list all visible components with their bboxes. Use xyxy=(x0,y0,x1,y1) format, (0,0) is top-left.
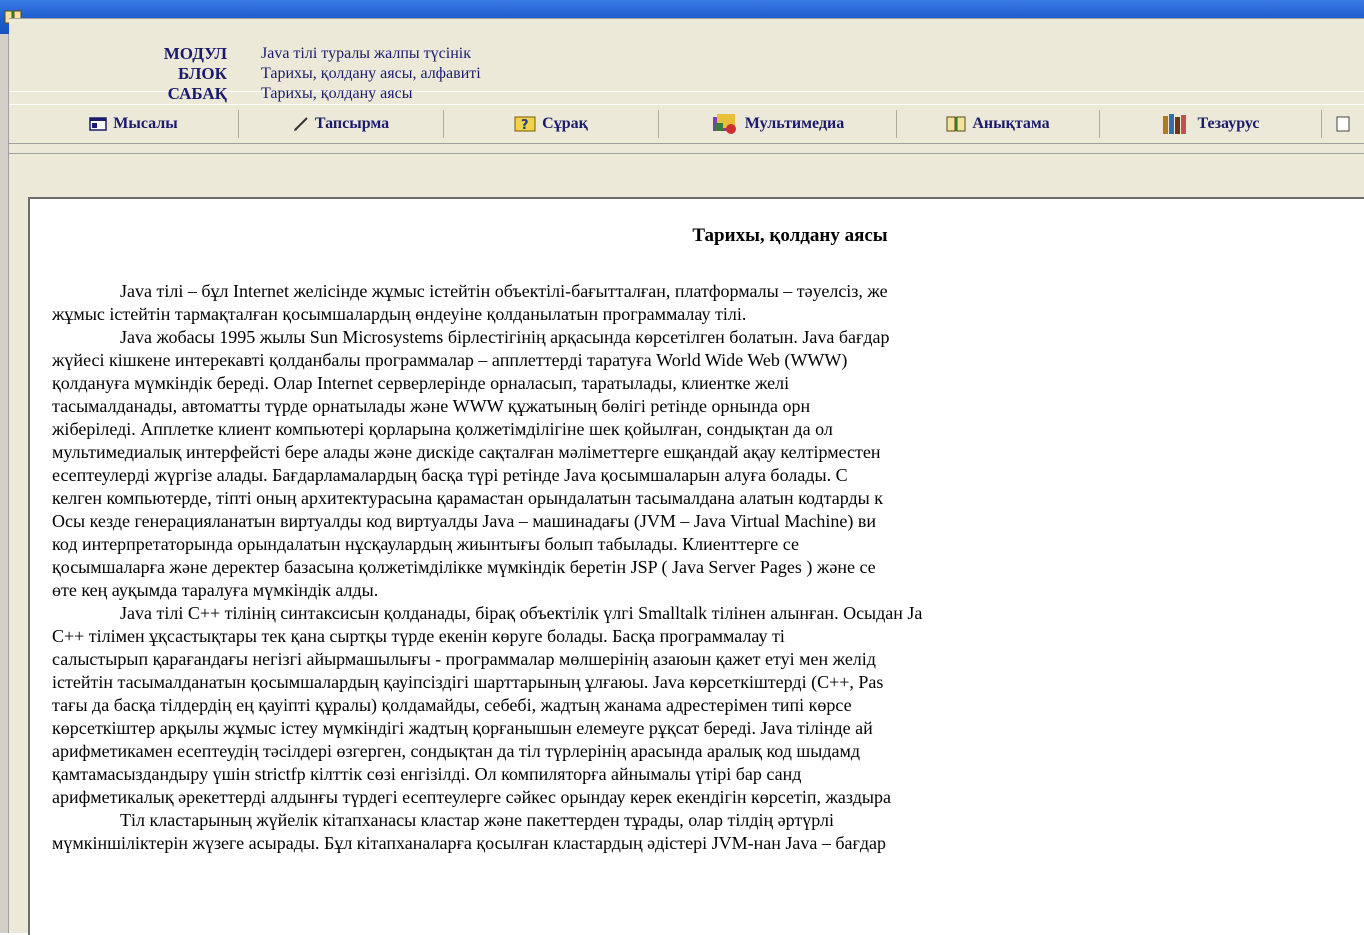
text-line: мүмкіншіліктерін жүзеге асырады. Бұл кіт… xyxy=(52,833,887,853)
book-icon xyxy=(946,116,966,132)
text-line: Java жобасы 1995 жылы Sun Microsystems б… xyxy=(120,327,890,347)
multimedia-label: Мультимедиа xyxy=(744,115,845,132)
question-label: Сұрақ xyxy=(542,115,588,132)
lesson-content[interactable]: Тарихы, қолдану аясы Java тілі – бұл Int… xyxy=(28,197,1364,935)
text-line: Java тілі C++ тілінің синтаксисын қолдан… xyxy=(120,603,923,623)
module-label: МОДУЛ xyxy=(163,44,227,63)
window-icon xyxy=(89,117,107,131)
text-line: мультимедиалық интерфейсті бере алады жә… xyxy=(52,442,881,462)
text-line: қосымшаларға және деректер базасына қолж… xyxy=(52,557,876,577)
question-icon: ? xyxy=(514,116,536,133)
lesson-value: Тарихы, қолдану аясы xyxy=(261,85,413,102)
text-line: арифметикамен есептеудің тәсілдері өзгер… xyxy=(52,741,861,761)
reference-label: Анықтама xyxy=(972,115,1050,132)
block-value: Тарихы, қолдану аясы, алфавиті xyxy=(261,65,481,82)
block-label: БЛОК xyxy=(177,64,227,83)
svg-text:?: ? xyxy=(521,118,529,133)
text-line: қолдануға мүмкіндік береді. Олар Interne… xyxy=(52,373,790,393)
content-title: Тарихы, қолдану аясы xyxy=(692,225,888,246)
text-line: Осы кезде генерацияланатын виртуалды код… xyxy=(52,511,876,531)
text-line: жүйесі кішкене интерекавті қолданбалы пр… xyxy=(52,350,848,370)
examples-label: Мысалы xyxy=(113,115,178,132)
pen-icon xyxy=(293,117,308,131)
text-line: келген компьютерде, тіпті оның архитекту… xyxy=(52,488,883,508)
navigation-toolbar: Мысалы Тапсырма ? Сұрақ Мультимедиа Анық… xyxy=(9,104,1364,144)
text-line: тасымалданады, автоматты түрде орнатылад… xyxy=(52,396,811,416)
text-line: жіберіледі. Апплетке клиент компьютері қ… xyxy=(52,419,833,439)
page-icon xyxy=(1336,116,1350,132)
examples-button[interactable]: Мысалы xyxy=(29,110,239,138)
task-label: Тапсырма xyxy=(314,115,390,132)
text-line: қамтамасыздандыру үшін strictfp кілттік … xyxy=(52,764,802,784)
thesaurus-label: Тезаурус xyxy=(1197,115,1260,132)
text-line: Java тілі – бұл Internet желісінде жұмыс… xyxy=(120,281,888,301)
multimedia-icon xyxy=(712,114,736,134)
reference-button[interactable]: Анықтама xyxy=(897,110,1100,138)
more-button[interactable] xyxy=(1322,110,1364,138)
lesson-label: САБАҚ xyxy=(167,84,227,103)
text-line: код интерпретаторында орындалатын нұсқау… xyxy=(52,534,799,554)
text-line: өте кең ауқымда таралуға мүмкіндік алды. xyxy=(52,580,379,600)
text-line: салыстырып қарағандағы негізгі айырмашыл… xyxy=(52,649,876,669)
module-value: Java тілі туралы жалпы түсінік xyxy=(261,45,471,62)
text-line: есептеулерді жүргізе алады. Бағдарламала… xyxy=(52,465,848,485)
task-button[interactable]: Тапсырма xyxy=(239,110,444,138)
text-line: арифметикалық әрекеттерді алдынғы түрдег… xyxy=(52,787,891,807)
text-line: көрсеткіштер арқылы жұмыс істеу мүмкінді… xyxy=(52,718,873,738)
text-line: жұмыс істейтін тармақталған қосымшаларды… xyxy=(52,304,747,324)
thesaurus-button[interactable]: Тезаурус xyxy=(1100,110,1322,138)
text-line: істейтін тасымалданатын қосымшалардың қа… xyxy=(52,672,884,692)
text-line: Тіл кластарының жүйелік кітапханасы клас… xyxy=(120,810,835,830)
lesson-header: МОДУЛ Java тілі туралы жалпы түсінік БЛО… xyxy=(9,18,1364,103)
books-icon xyxy=(1163,114,1187,134)
question-button[interactable]: ? Сұрақ xyxy=(444,110,659,138)
frame-edge xyxy=(0,34,9,933)
text-line: C++ тілімен ұқсастықтары тек қана сыртқы… xyxy=(52,626,785,646)
text-line: тағы да басқа тілдердің ең қауіпті құрал… xyxy=(52,695,852,715)
multimedia-button[interactable]: Мультимедиа xyxy=(659,110,897,138)
